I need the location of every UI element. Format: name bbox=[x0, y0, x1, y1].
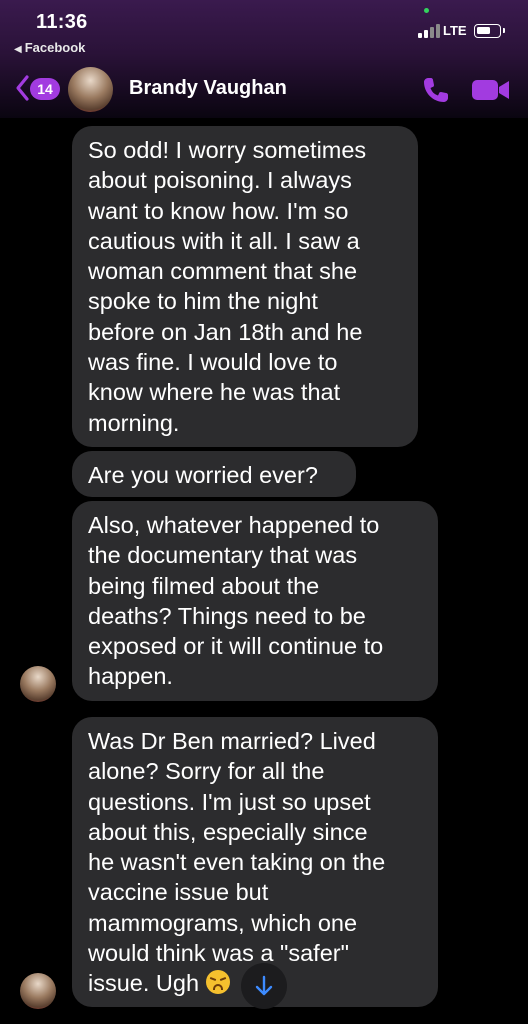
message-line: woman comment that she bbox=[88, 258, 358, 285]
message-line: alone? Sorry for all the bbox=[88, 758, 325, 785]
arrow-down-icon bbox=[255, 975, 273, 996]
status-time: 11:36 bbox=[36, 11, 88, 33]
weary-face-emoji-icon bbox=[205, 970, 230, 995]
message-line: want to know how. I'm so bbox=[88, 197, 349, 224]
message-line: Are you worried ever? bbox=[88, 462, 318, 488]
back-triangle-icon: ◀ bbox=[14, 44, 22, 55]
sender-avatar[interactable] bbox=[20, 973, 56, 1009]
message-line: happen. bbox=[88, 663, 173, 690]
network-label: LTE bbox=[443, 23, 467, 38]
message-line: spoke to him the night bbox=[88, 288, 318, 315]
back-app-label: Facebook bbox=[24, 40, 86, 55]
message-bubble[interactable]: Also, whatever happened to the documenta… bbox=[72, 501, 438, 701]
message-line: questions. I'm just so upset bbox=[88, 788, 371, 815]
back-chevron-icon[interactable] bbox=[14, 74, 30, 102]
phone-icon[interactable] bbox=[421, 75, 451, 105]
message-line: exposed or it will continue to bbox=[88, 633, 384, 660]
message-line: So odd! I worry sometimes bbox=[88, 137, 367, 163]
message-bubble[interactable]: Are you worried ever? bbox=[72, 451, 356, 497]
video-camera-icon[interactable] bbox=[471, 78, 511, 102]
message-line: about poisoning. I always bbox=[88, 167, 352, 194]
battery-icon bbox=[474, 24, 505, 38]
message-line: morning. bbox=[88, 409, 180, 436]
message-bubble[interactable]: So odd! I worry sometimes about poisonin… bbox=[72, 126, 418, 447]
message-line: deaths? Things need to be bbox=[88, 602, 366, 629]
message-line: cautious with it all. I saw a bbox=[88, 227, 360, 254]
message-line: mammograms, which one bbox=[88, 909, 358, 936]
contact-avatar[interactable] bbox=[68, 67, 113, 112]
message-line: Was Dr Ben married? Lived bbox=[88, 728, 376, 754]
message-line: was fine. I would love to bbox=[88, 349, 338, 376]
signal-icon bbox=[418, 24, 440, 38]
unread-count-badge[interactable]: 14 bbox=[30, 78, 60, 100]
privacy-indicator-dot bbox=[424, 8, 429, 13]
message-line: about this, especially since bbox=[88, 818, 368, 845]
scroll-to-bottom-button[interactable] bbox=[241, 963, 287, 1009]
message-line: the documentary that was bbox=[88, 542, 358, 569]
sender-avatar[interactable] bbox=[20, 666, 56, 702]
back-to-app-link[interactable]: ◀ Facebook bbox=[14, 40, 85, 55]
contact-name[interactable]: Brandy Vaughan bbox=[129, 77, 287, 100]
message-line: he wasn't even taking on the bbox=[88, 849, 386, 876]
message-line: being filmed about the bbox=[88, 572, 320, 599]
message-line: know where he was that bbox=[88, 379, 341, 406]
message-line-text: issue. Ugh bbox=[88, 970, 200, 997]
message-line: Also, whatever happened to bbox=[88, 512, 380, 538]
message-line: before on Jan 18th and he bbox=[88, 318, 363, 345]
message-line: vaccine issue but bbox=[88, 879, 269, 906]
